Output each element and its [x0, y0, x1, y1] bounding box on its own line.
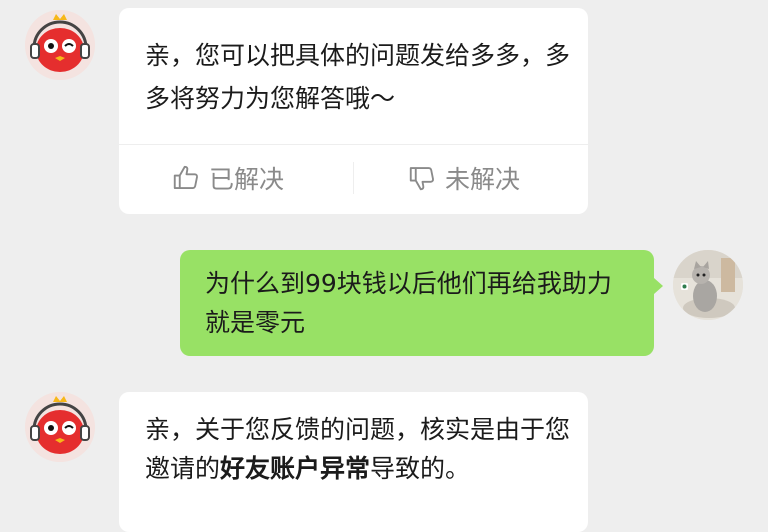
user-message-bubble: 为什么到99块钱以后他们再给我助力就是零元 [180, 250, 654, 356]
unsolved-label: 未解决 [445, 165, 521, 194]
message-text: 亲，关于您反馈的问题，核实是由于您邀请的好友账户异常导致的。 [145, 410, 571, 488]
message-text: 为什么到99块钱以后他们再给我助力就是零元 [205, 269, 612, 337]
solved-button[interactable]: 已解决 [171, 156, 284, 200]
bot-message-bubble: 亲，关于您反馈的问题，核实是由于您邀请的好友账户异常导致的。 [119, 392, 588, 532]
bot-avatar[interactable] [25, 392, 95, 462]
duoduo-mascot-icon [25, 392, 95, 462]
feedback-divider [353, 162, 354, 194]
message-text-bold: 好友账户异常 [220, 454, 371, 483]
user-avatar[interactable] [673, 250, 743, 320]
solved-label: 已解决 [209, 165, 285, 194]
cat-photo-icon [673, 250, 743, 320]
divider [119, 144, 588, 145]
unsolved-button[interactable]: 未解决 [407, 156, 520, 200]
duoduo-mascot-icon [25, 10, 95, 80]
thumbs-up-icon [173, 165, 198, 189]
bubble-tail [654, 278, 663, 294]
bot-message-bubble: 亲，您可以把具体的问题发给多多，多多将努力为您解答哦～ 已解决 未解决 [119, 8, 588, 214]
thumbs-down-icon [409, 167, 434, 191]
message-text-part: 导致的。 [370, 454, 471, 483]
bot-avatar[interactable] [25, 10, 95, 80]
message-text: 亲，您可以把具体的问题发给多多，多多将努力为您解答哦～ [145, 41, 571, 113]
